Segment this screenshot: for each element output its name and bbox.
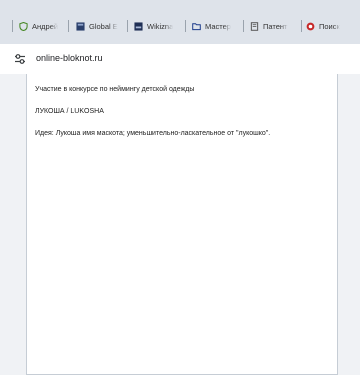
folder-icon	[192, 22, 201, 31]
tab-patent[interactable]: Патент	[250, 14, 296, 38]
tab-andrey[interactable]: Андрей	[19, 14, 63, 38]
tab-separator	[68, 20, 69, 32]
tab-label: Global E	[89, 21, 118, 31]
grid-icon	[76, 21, 85, 31]
tab-label: Андрей	[32, 21, 59, 31]
tab-separator	[12, 20, 13, 32]
tab-separator	[301, 20, 302, 32]
tab-label: Поиск	[319, 21, 340, 31]
document-icon	[250, 21, 259, 31]
search-icon	[306, 22, 315, 31]
url-text[interactable]: online-bloknot.ru	[36, 53, 103, 63]
tab-master[interactable]: Мастер	[192, 14, 238, 38]
address-bar[interactable]: online-bloknot.ru	[0, 44, 360, 74]
note-line[interactable]: ЛУКОША / LUKOSHA	[35, 108, 104, 115]
tab-global[interactable]: Global E	[76, 14, 122, 38]
tab-separator	[243, 20, 244, 32]
tab-poisk[interactable]: Поиск	[306, 14, 360, 38]
tab-wikizna[interactable]: Wikizna	[134, 14, 180, 38]
tab-separator	[127, 20, 128, 32]
tab-label: Патент	[263, 21, 288, 31]
note-line[interactable]: Участие в конкурсе по неймингу детской о…	[35, 86, 194, 93]
tab-separator	[185, 20, 186, 32]
grid-icon	[134, 21, 143, 31]
notepad-editor[interactable]: Участие в конкурсе по неймингу детской о…	[26, 74, 338, 375]
shield-icon	[19, 21, 28, 31]
tab-label: Мастер	[205, 21, 231, 31]
note-line[interactable]: Идея: Лукоша имя маскота; уменьшительно-…	[35, 130, 270, 137]
tab-label: Wikizna	[147, 21, 174, 31]
page-content: Участие в конкурсе по неймингу детской о…	[0, 74, 360, 375]
browser-tab-bar: Андрей Global E Wikizna Мастер Патент По…	[0, 0, 360, 44]
tune-icon[interactable]	[14, 52, 26, 64]
